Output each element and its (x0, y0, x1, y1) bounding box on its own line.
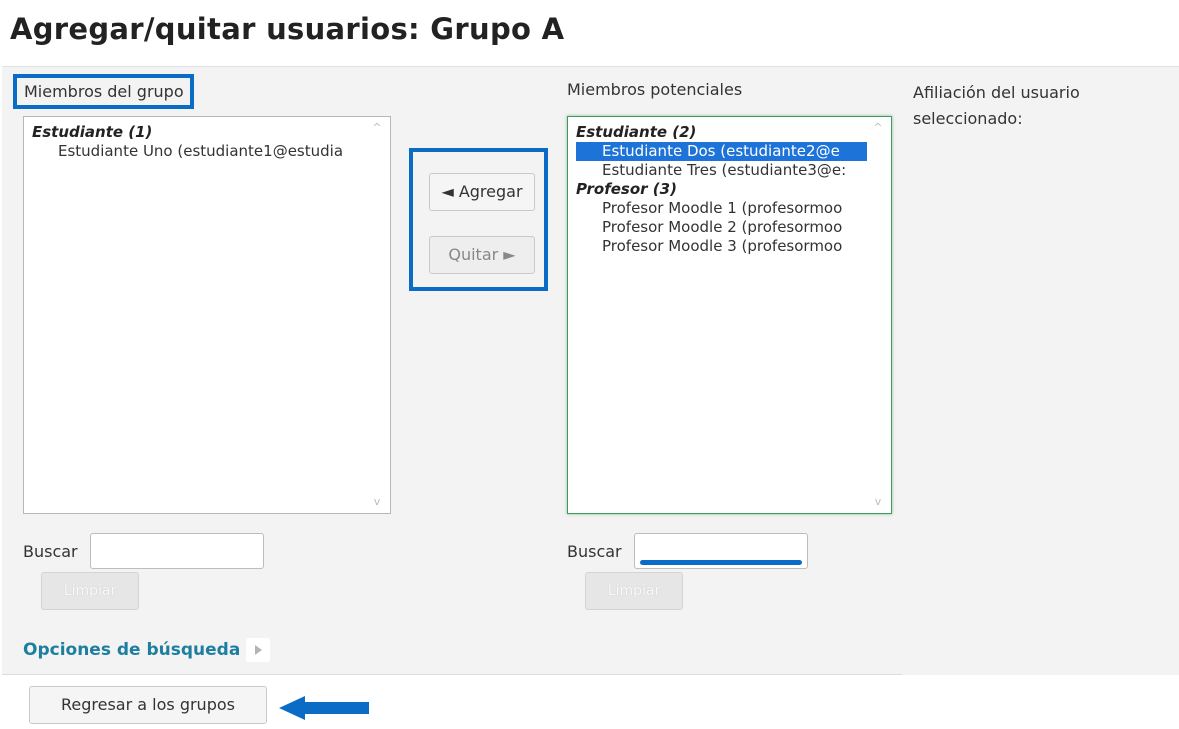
members-listbox[interactable]: Estudiante (1) Estudiante Uno (estudiant… (23, 116, 391, 514)
potential-option[interactable]: Profesor Moodle 2 (profesormoo (576, 218, 891, 237)
potential-clear-button[interactable]: Limpiar (585, 572, 683, 610)
members-search-label: Buscar (23, 542, 78, 561)
potential-listbox[interactable]: Estudiante (2) Estudiante Dos (estudiant… (567, 116, 892, 514)
potential-option[interactable]: Estudiante Tres (estudiante3@e: (576, 161, 891, 180)
members-group-estudiante: Estudiante (1) (32, 123, 153, 141)
scroll-down-icon[interactable]: v (372, 496, 382, 507)
search-options-toggle[interactable]: Opciones de búsqueda (23, 638, 271, 662)
potential-option[interactable]: Profesor Moodle 3 (profesormoo (576, 237, 891, 256)
remove-button[interactable]: Quitar ► (429, 236, 535, 274)
potential-group-estudiante: Estudiante (2) (576, 123, 697, 141)
members-option[interactable]: Estudiante Uno (estudiante1@estudia (32, 142, 390, 161)
scroll-up-icon[interactable]: ^ (873, 122, 883, 133)
potential-members-label: Miembros potenciales (567, 80, 743, 99)
scroll-down-icon[interactable]: v (873, 496, 883, 507)
members-label-text: Miembros del grupo (24, 82, 184, 101)
back-to-groups-button[interactable]: Regresar a los grupos (29, 686, 267, 724)
divider (2, 674, 902, 675)
potential-option[interactable]: Profesor Moodle 1 (profesormoo (576, 199, 891, 218)
add-button[interactable]: ◄ Agregar (429, 173, 535, 211)
members-clear-button[interactable]: Limpiar (41, 572, 139, 610)
potential-option-selected[interactable]: Estudiante Dos (estudiante2@e (576, 142, 867, 161)
highlight-underline (640, 560, 802, 565)
scroll-up-icon[interactable]: ^ (372, 122, 382, 133)
affiliation-label: Afiliación del usuario seleccionado: (913, 83, 1080, 128)
action-buttons-box: ◄ Agregar Quitar ► (409, 148, 548, 291)
potential-search-label: Buscar (567, 542, 622, 561)
search-options-label[interactable]: Opciones de búsqueda (23, 640, 240, 660)
arrow-left-icon (279, 696, 369, 720)
members-search-input[interactable] (90, 533, 264, 569)
members-label: Miembros del grupo (13, 74, 194, 109)
page-title: Agregar/quitar usuarios: Grupo A (10, 12, 565, 46)
expand-arrow-icon[interactable] (246, 638, 271, 662)
potential-group-profesor: Profesor (3) (576, 180, 677, 198)
